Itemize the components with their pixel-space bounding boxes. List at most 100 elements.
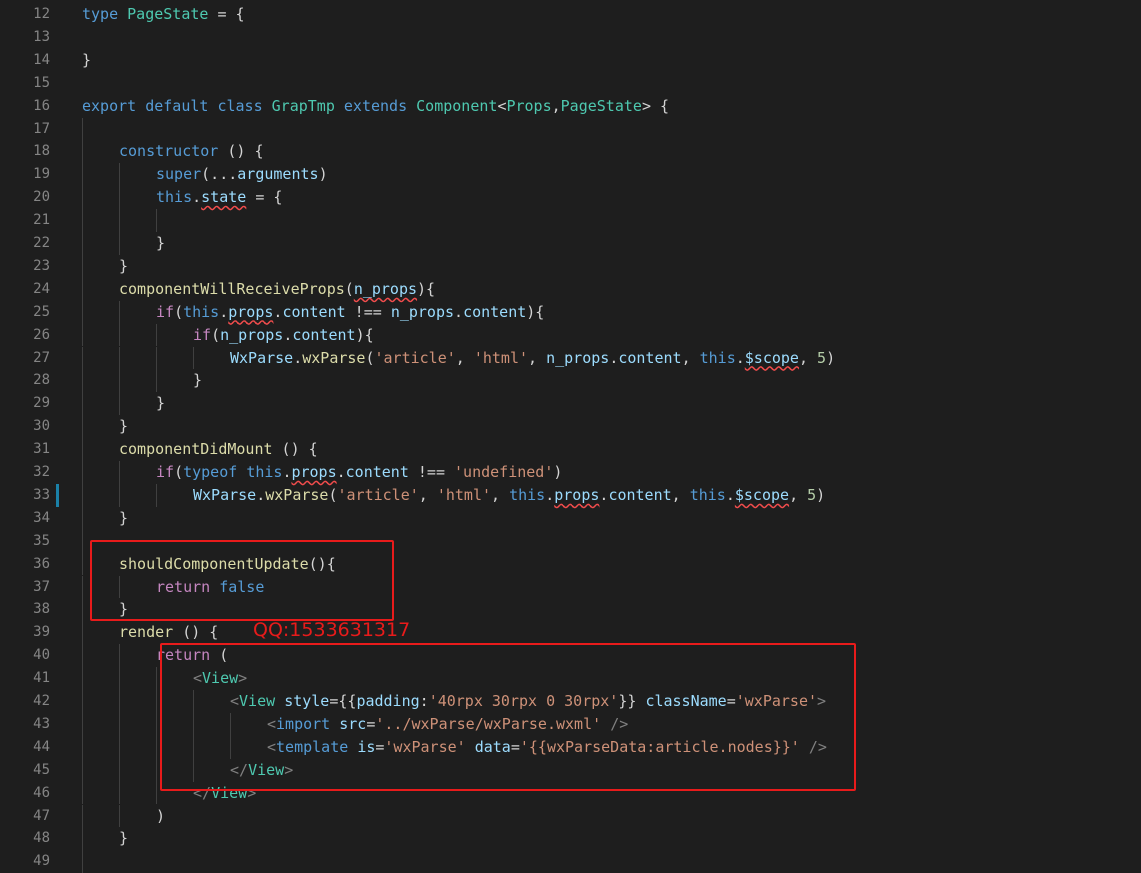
code-token: . [256, 485, 266, 504]
code-token: this [156, 188, 193, 207]
code-token: , [551, 96, 561, 115]
code-token: ( [211, 325, 221, 344]
code-line-24[interactable]: 24 componentWillReceiveProps(n_props){ [0, 277, 1141, 301]
code-token: = { [208, 5, 245, 23]
indent-guide [156, 735, 157, 759]
code-text: } [119, 507, 128, 530]
code-token: class [217, 96, 263, 115]
indent-guide [156, 369, 157, 393]
code-token: n_props [353, 279, 418, 298]
line-number: 21 [33, 212, 50, 229]
annotation-qq-text: QQ:1533631317 [253, 619, 411, 641]
code-line-16[interactable]: 16 export default class GrapTmp extends C… [0, 95, 1141, 118]
code-token: !== [408, 463, 455, 481]
code-line-26[interactable]: 26 if(n_props.content){ [0, 323, 1141, 347]
indent-guide [82, 346, 83, 370]
code-line-39[interactable]: 39 render () { [0, 621, 1141, 645]
code-line-48[interactable]: 48} [0, 827, 1141, 851]
code-text: ) [156, 805, 165, 828]
code-token: props [228, 302, 274, 321]
indent-guide [82, 804, 83, 828]
line-number: 33 [33, 486, 50, 503]
code-line-18[interactable]: 18 constructor () { [0, 140, 1141, 164]
indent-guide [82, 140, 83, 164]
indent-guide [119, 461, 120, 484]
code-line-14[interactable]: 14} [0, 49, 1141, 72]
code-token: } [156, 394, 166, 413]
indent-guide [82, 300, 83, 324]
code-token: if [156, 463, 175, 481]
code-token: content [618, 348, 682, 367]
code-token: ) [318, 165, 328, 184]
indent-guide [82, 209, 83, 232]
code-line-15[interactable]: 15 [0, 72, 1141, 95]
highlight-box-render-return [160, 643, 856, 791]
code-token: ( [174, 302, 184, 321]
line-number: 48 [33, 830, 50, 847]
code-line-47[interactable]: 47) [0, 804, 1141, 828]
code-token: content [345, 463, 409, 481]
indent-guide [119, 392, 120, 416]
code-token: typeof [183, 463, 238, 481]
code-token: ){ [417, 279, 436, 298]
code-token: componentDidMount [119, 440, 273, 459]
code-line-33[interactable]: 33 WxParse.wxParse('article', 'html', thi… [0, 483, 1141, 507]
line-number: 37 [33, 578, 50, 595]
code-text: } [156, 232, 165, 255]
code-token: , [671, 485, 690, 504]
code-token: n_props [220, 325, 284, 344]
code-line-19[interactable]: 19 super(...arguments) [0, 163, 1141, 187]
code-line-29[interactable]: 29} [0, 392, 1141, 416]
code-token: } [119, 417, 129, 436]
code-token: WxParse [230, 348, 294, 367]
indent-guide [82, 369, 83, 393]
code-text: } [193, 369, 202, 392]
code-token: } [82, 50, 92, 69]
indent-guide [82, 529, 83, 553]
code-line-49[interactable]: 49 [0, 850, 1141, 873]
code-line-23[interactable]: 23} [0, 254, 1141, 278]
code-line-34[interactable]: 34} [0, 506, 1141, 530]
indent-guide [119, 804, 120, 828]
line-number: 24 [33, 280, 50, 297]
code-line-17[interactable]: 17 [0, 117, 1141, 141]
code-line-27[interactable]: 27 WxParse.wxParse('article', 'html', n_p… [0, 346, 1141, 370]
code-line-20[interactable]: 20 this.state = { [0, 186, 1141, 210]
code-token: 5 [817, 348, 827, 367]
indent-guide [193, 346, 194, 370]
indent-guide [82, 575, 83, 599]
line-number: 14 [33, 51, 50, 68]
code-token: . [192, 188, 202, 207]
indent-guide [82, 392, 83, 416]
code-token: () { [218, 142, 264, 161]
code-token: } [156, 234, 166, 252]
code-line-30[interactable]: 30} [0, 415, 1141, 439]
code-token: PageState [127, 5, 209, 23]
indent-guide [82, 552, 83, 576]
line-number: 23 [33, 257, 50, 274]
code-token: ( [174, 463, 184, 481]
code-line-28[interactable]: 28} [0, 369, 1141, 393]
code-token: , [789, 485, 808, 504]
indent-guide [82, 690, 83, 713]
code-token: this [699, 348, 736, 367]
line-number: 28 [33, 372, 50, 389]
indent-guide [156, 209, 157, 232]
code-token: Props [506, 96, 552, 115]
code-token: wxParse [265, 485, 329, 504]
code-token: this [509, 485, 546, 504]
code-token: ( [344, 279, 354, 298]
code-line-21[interactable]: 21 [0, 209, 1141, 232]
code-text: type PageState = { [82, 3, 245, 26]
indent-guide [82, 850, 83, 873]
code-line-12[interactable]: 12 type PageState = { [0, 3, 1141, 26]
code-text: } [156, 392, 165, 415]
code-line-22[interactable]: 22} [0, 232, 1141, 255]
code-token: this [689, 485, 726, 504]
code-line-32[interactable]: 32 if(typeof this.props.content !== 'unde… [0, 461, 1141, 484]
code-line-25[interactable]: 25 if(this.props.content !== n_props.cont… [0, 300, 1141, 324]
code-line-31[interactable]: 31 componentDidMount () { [0, 438, 1141, 461]
indent-guide [82, 644, 83, 668]
code-line-13[interactable]: 13 [0, 26, 1141, 49]
